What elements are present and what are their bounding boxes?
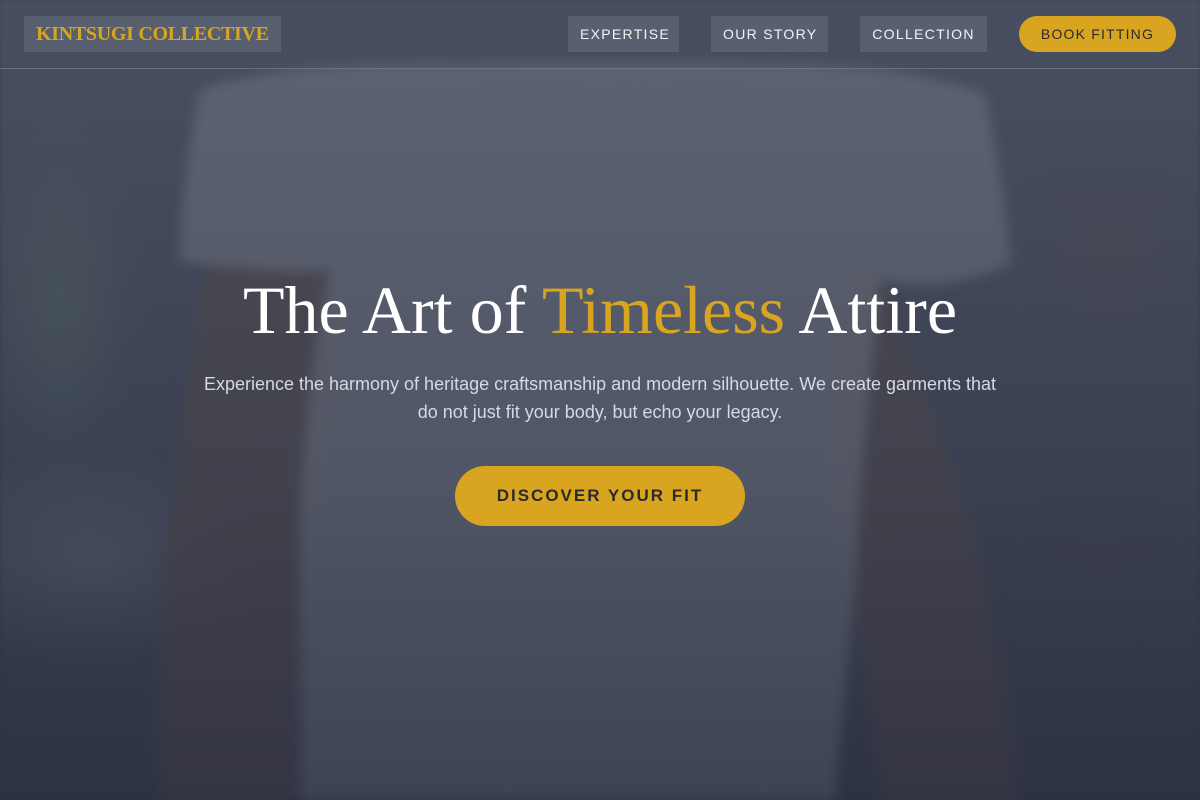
discover-your-fit-button[interactable]: DISCOVER YOUR FIT [455,466,745,526]
hero-section: The Art of Timeless Attire Experience th… [0,270,1200,526]
nav-link-collection[interactable]: COLLECTION [860,16,987,52]
top-navigation-bar: KINTSUGI COLLECTIVE EXPERTISE OUR STORY … [0,0,1200,69]
hero-subtitle: Experience the harmony of heritage craft… [203,374,997,422]
hero-title-end: Attire [785,272,957,348]
brand-logo[interactable]: KINTSUGI COLLECTIVE [24,16,281,52]
nav-link-expertise[interactable]: EXPERTISE [568,16,679,52]
hero-title-accent: Timeless [542,272,786,348]
hero-title: The Art of Timeless Attire [0,270,1200,350]
nav-link-our-story[interactable]: OUR STORY [711,16,828,52]
book-fitting-button[interactable]: BOOK FITTING [1019,16,1176,52]
hero-title-start: The Art of [242,272,543,348]
